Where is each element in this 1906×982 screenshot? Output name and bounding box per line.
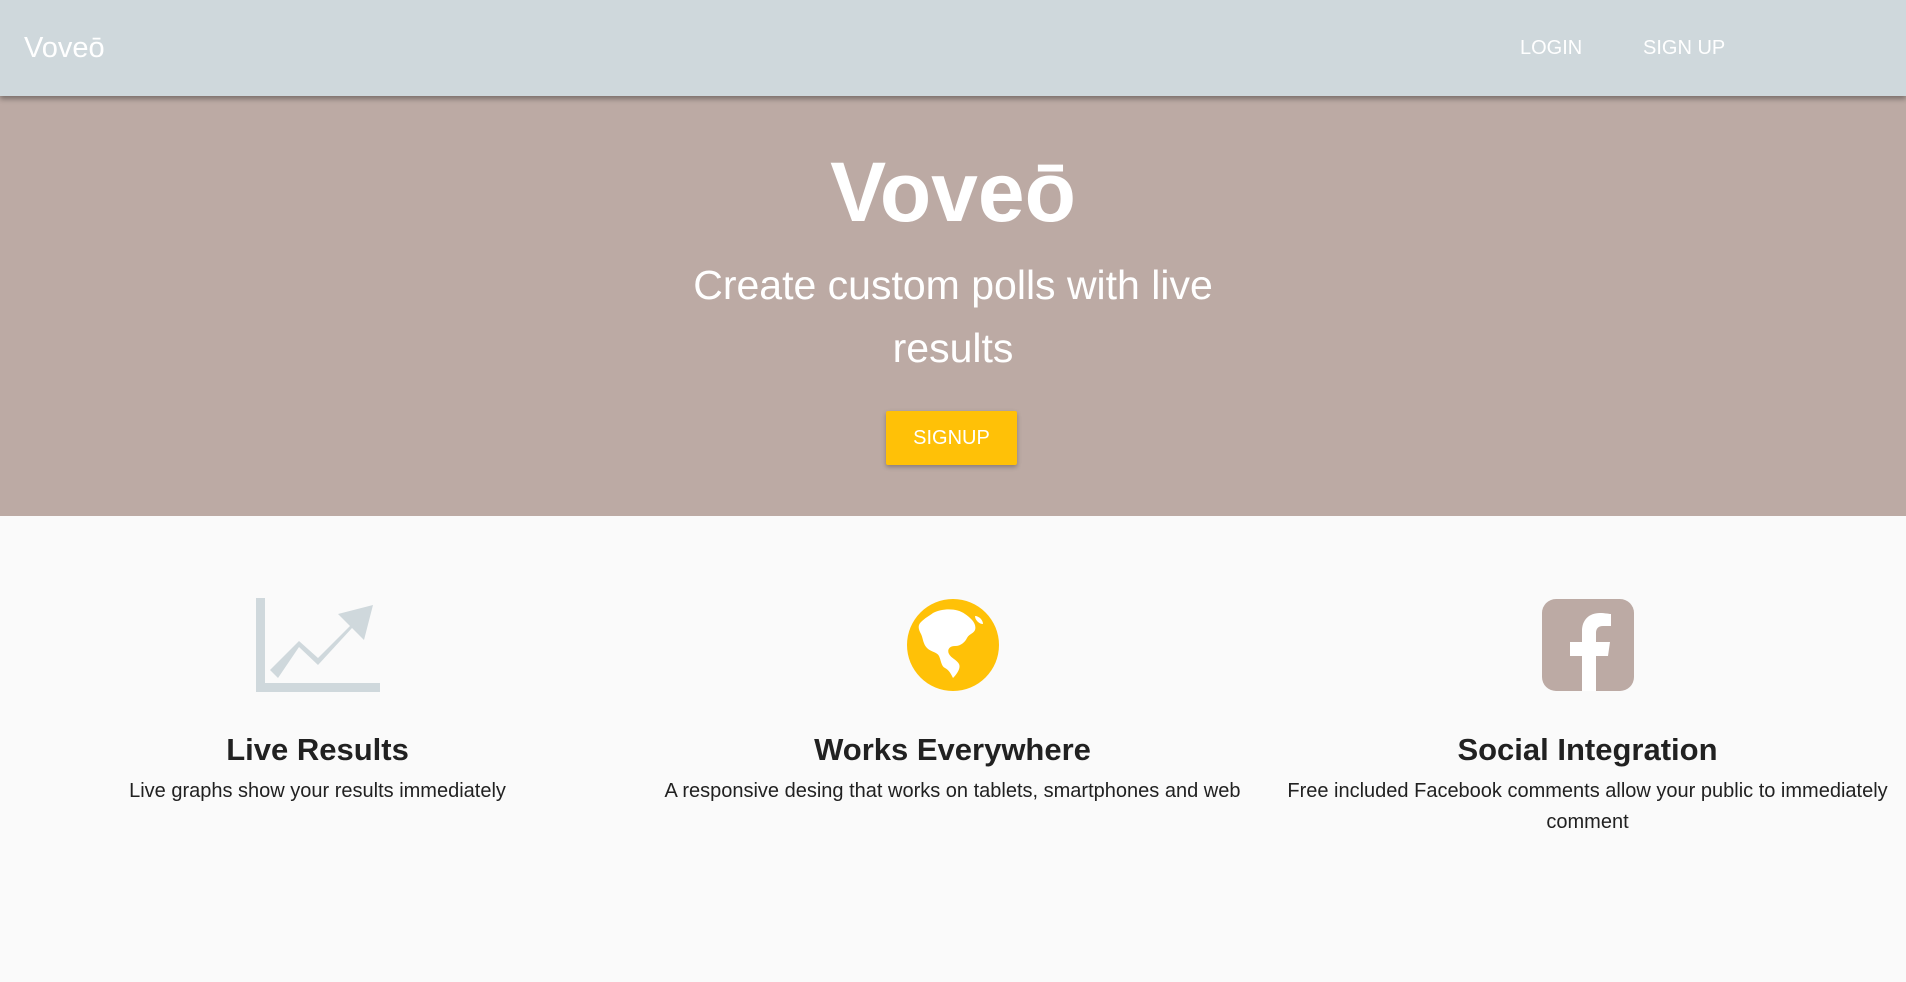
hero-title: Voveō: [830, 145, 1076, 239]
hero-banner: Voveō Create custom polls with live resu…: [0, 96, 1906, 516]
feature-description: Live graphs show your results immediatel…: [129, 780, 506, 802]
features-section: Live Results Live graphs show your resul…: [0, 516, 1906, 982]
hero-subtitle: Create custom polls with live results: [693, 262, 1213, 371]
facebook-icon: [1541, 599, 1634, 691]
nav-signup-link[interactable]: SIGN UP: [1643, 37, 1725, 59]
feature-title: Works Everywhere: [814, 732, 1091, 767]
feature-description: Free included Facebook comments allow yo…: [1287, 780, 1888, 833]
feature-description: A responsive desing that works on tablet…: [664, 780, 1241, 802]
top-navbar: Voveō LOGIN SIGN UP: [0, 0, 1906, 96]
trending-up-chart-icon: [255, 598, 380, 692]
hero-signup-button[interactable]: SIGNUP: [886, 411, 1017, 465]
globe-americas-icon: [906, 599, 999, 691]
nav-login-link[interactable]: LOGIN: [1520, 37, 1582, 59]
feature-title: Live Results: [226, 732, 409, 767]
feature-title: Social Integration: [1457, 732, 1718, 767]
brand-logo-link[interactable]: Voveō: [24, 33, 105, 63]
